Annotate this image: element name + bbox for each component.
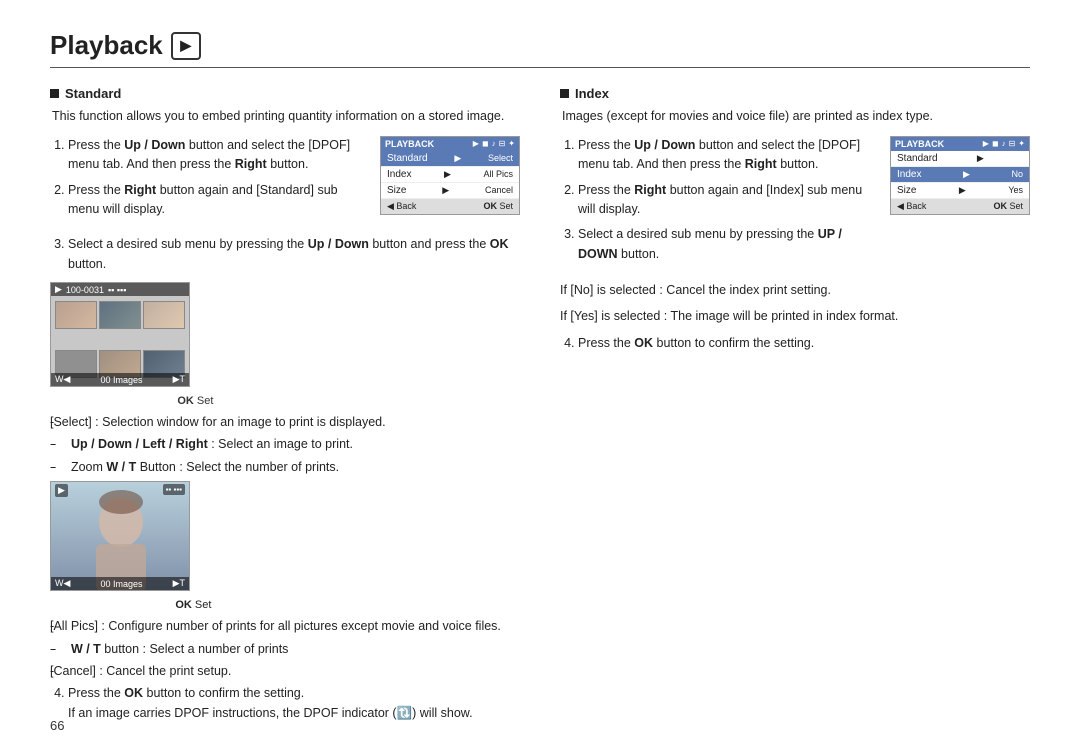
page-title: Playback ▶ <box>50 30 1030 61</box>
menu-row-index: Index ▶ All Pics <box>381 167 519 183</box>
index-step-1: Press the Up / Down button and select th… <box>578 136 874 175</box>
camera-menu-screen-right: PLAYBACK ▶◼♪⊟✦ Standard ▶ <box>890 136 1030 215</box>
portrait-top-icon: ▶ <box>55 484 68 497</box>
screen-title-right: PLAYBACK <box>895 139 944 149</box>
photo-screen-bar: W◀ 00 Images ▶T <box>51 373 189 386</box>
index-label: Index <box>575 86 609 101</box>
screen-icons-right: ▶◼♪⊟✦ <box>983 139 1025 148</box>
portrait-screen: ▶ ▪▪ ▪▪▪ W◀ 00 Images ▶T <box>50 481 190 591</box>
camera-screen-footer-right: ◀ Back OK Set <box>891 199 1029 214</box>
sub-item-select: [Select] : Selection window for an image… <box>50 413 520 432</box>
screen-icons: ▶◼♪⊟✦ <box>473 139 515 148</box>
index-steps: Press the Up / Down button and select th… <box>560 136 874 264</box>
thumb-1 <box>55 301 97 329</box>
images-label: 00 Images <box>100 375 142 385</box>
standard-sub-items: [Select] : Selection window for an image… <box>50 413 520 477</box>
photo-screen-top: ▶ 100-0031 ▪▪ ▪▪▪ <box>51 283 189 296</box>
camera-menu-screen-left: PLAYBACK ▶◼♪⊟✦ Standard ▶ Select <box>380 136 520 215</box>
camera-screen-body-right: Standard ▶ Index ▶ No Size <box>891 151 1029 199</box>
sub-item-direction: - Up / Down / Left / Right : Select an i… <box>50 435 520 454</box>
sub-item-allpics: [All Pics] : Configure number of prints … <box>50 617 520 636</box>
right-column: Index Images (except for movies and voic… <box>560 86 1030 731</box>
photo-screen-wrapper: ▶ 100-0031 ▪▪ ▪▪▪ W◀ 00 Images <box>50 282 520 387</box>
portrait-top-badge: ▪▪ ▪▪▪ <box>163 484 185 495</box>
index-step4-item: Press the OK button to confirm the setti… <box>578 334 1030 353</box>
main-content: Standard This function allows you to emb… <box>50 86 1030 731</box>
if-no-text: If [No] is selected : Cancel the index p… <box>560 280 1030 300</box>
camera-screen-header-right: PLAYBACK ▶◼♪⊟✦ <box>891 137 1029 151</box>
title-text: Playback <box>50 30 163 61</box>
standard-step-1: Press the Up / Down button and select th… <box>68 136 364 175</box>
camera-screen-footer: ◀ Back OK Set <box>381 199 519 214</box>
menu-row-index-r: Index ▶ No <box>891 167 1029 183</box>
standard-section-header: Standard <box>50 86 520 101</box>
playback-icon: ▶ <box>171 32 201 60</box>
index-step-3: Select a desired sub menu by pressing th… <box>578 225 874 264</box>
portrait-bottom-bar: W◀ 00 Images ▶T <box>51 577 189 590</box>
standard-step-3: Select a desired sub menu by pressing th… <box>68 235 520 274</box>
if-yes-text: If [Yes] is selected : The image will be… <box>560 306 1030 326</box>
screen-title: PLAYBACK <box>385 139 434 149</box>
index-step4: Press the OK button to confirm the setti… <box>560 334 1030 353</box>
bullet-icon <box>50 89 59 98</box>
sub-item-cancel: [Cancel] : Cancel the print setup. <box>50 662 520 681</box>
photo-screen: ▶ 100-0031 ▪▪ ▪▪▪ W◀ 00 Images <box>50 282 190 387</box>
index-step-2: Press the Right button again and [Index]… <box>578 181 874 220</box>
sub-item-wt: - W / T button : Select a number of prin… <box>50 640 520 659</box>
left-column: Standard This function allows you to emb… <box>50 86 520 731</box>
portrait-screen-wrapper: ▶ ▪▪ ▪▪▪ W◀ 00 Images ▶T <box>50 481 520 591</box>
title-divider <box>50 67 1030 68</box>
menu-row-standard-r: Standard ▶ <box>891 151 1029 167</box>
page-number: 66 <box>50 718 64 733</box>
standard-step4: Press the OK button to confirm the setti… <box>50 684 520 723</box>
index-section-header: Index <box>560 86 1030 101</box>
photo-ok-label: OK Set <box>52 395 520 407</box>
bullet-icon-right <box>560 89 569 98</box>
standard-steps-2: Select a desired sub menu by pressing th… <box>50 235 520 274</box>
standard-intro: This function allows you to embed printi… <box>50 107 520 126</box>
index-intro: Images (except for movies and voice file… <box>560 107 1030 126</box>
sub-item-zoom: - Zoom W / T Button : Select the number … <box>50 458 520 477</box>
standard-sub-items-2: [All Pics] : Configure number of prints … <box>50 617 520 681</box>
portrait-ok-label: OK Set <box>50 599 520 611</box>
thumb-2 <box>99 301 141 329</box>
menu-row-standard: Standard ▶ Select <box>381 151 519 167</box>
portrait-svg <box>51 482 190 591</box>
step4-item: Press the OK button to confirm the setti… <box>68 684 520 723</box>
camera-screen-header: PLAYBACK ▶◼♪⊟✦ <box>381 137 519 151</box>
thumb-3 <box>143 301 185 329</box>
camera-screen-body: Standard ▶ Select Index ▶ All Pics Size <box>381 151 519 199</box>
photo-label: 100-0031 <box>66 285 104 295</box>
menu-row-size-r: Size ▶ Yes <box>891 183 1029 199</box>
standard-label: Standard <box>65 86 121 101</box>
standard-steps: Press the Up / Down button and select th… <box>50 136 364 220</box>
portrait-images-label: 00 Images <box>100 579 142 589</box>
page: Playback ▶ Standard This function allows… <box>0 0 1080 751</box>
standard-step-2: Press the Right button again and [Standa… <box>68 181 364 220</box>
menu-row-size: Size ▶ Cancel <box>381 183 519 199</box>
